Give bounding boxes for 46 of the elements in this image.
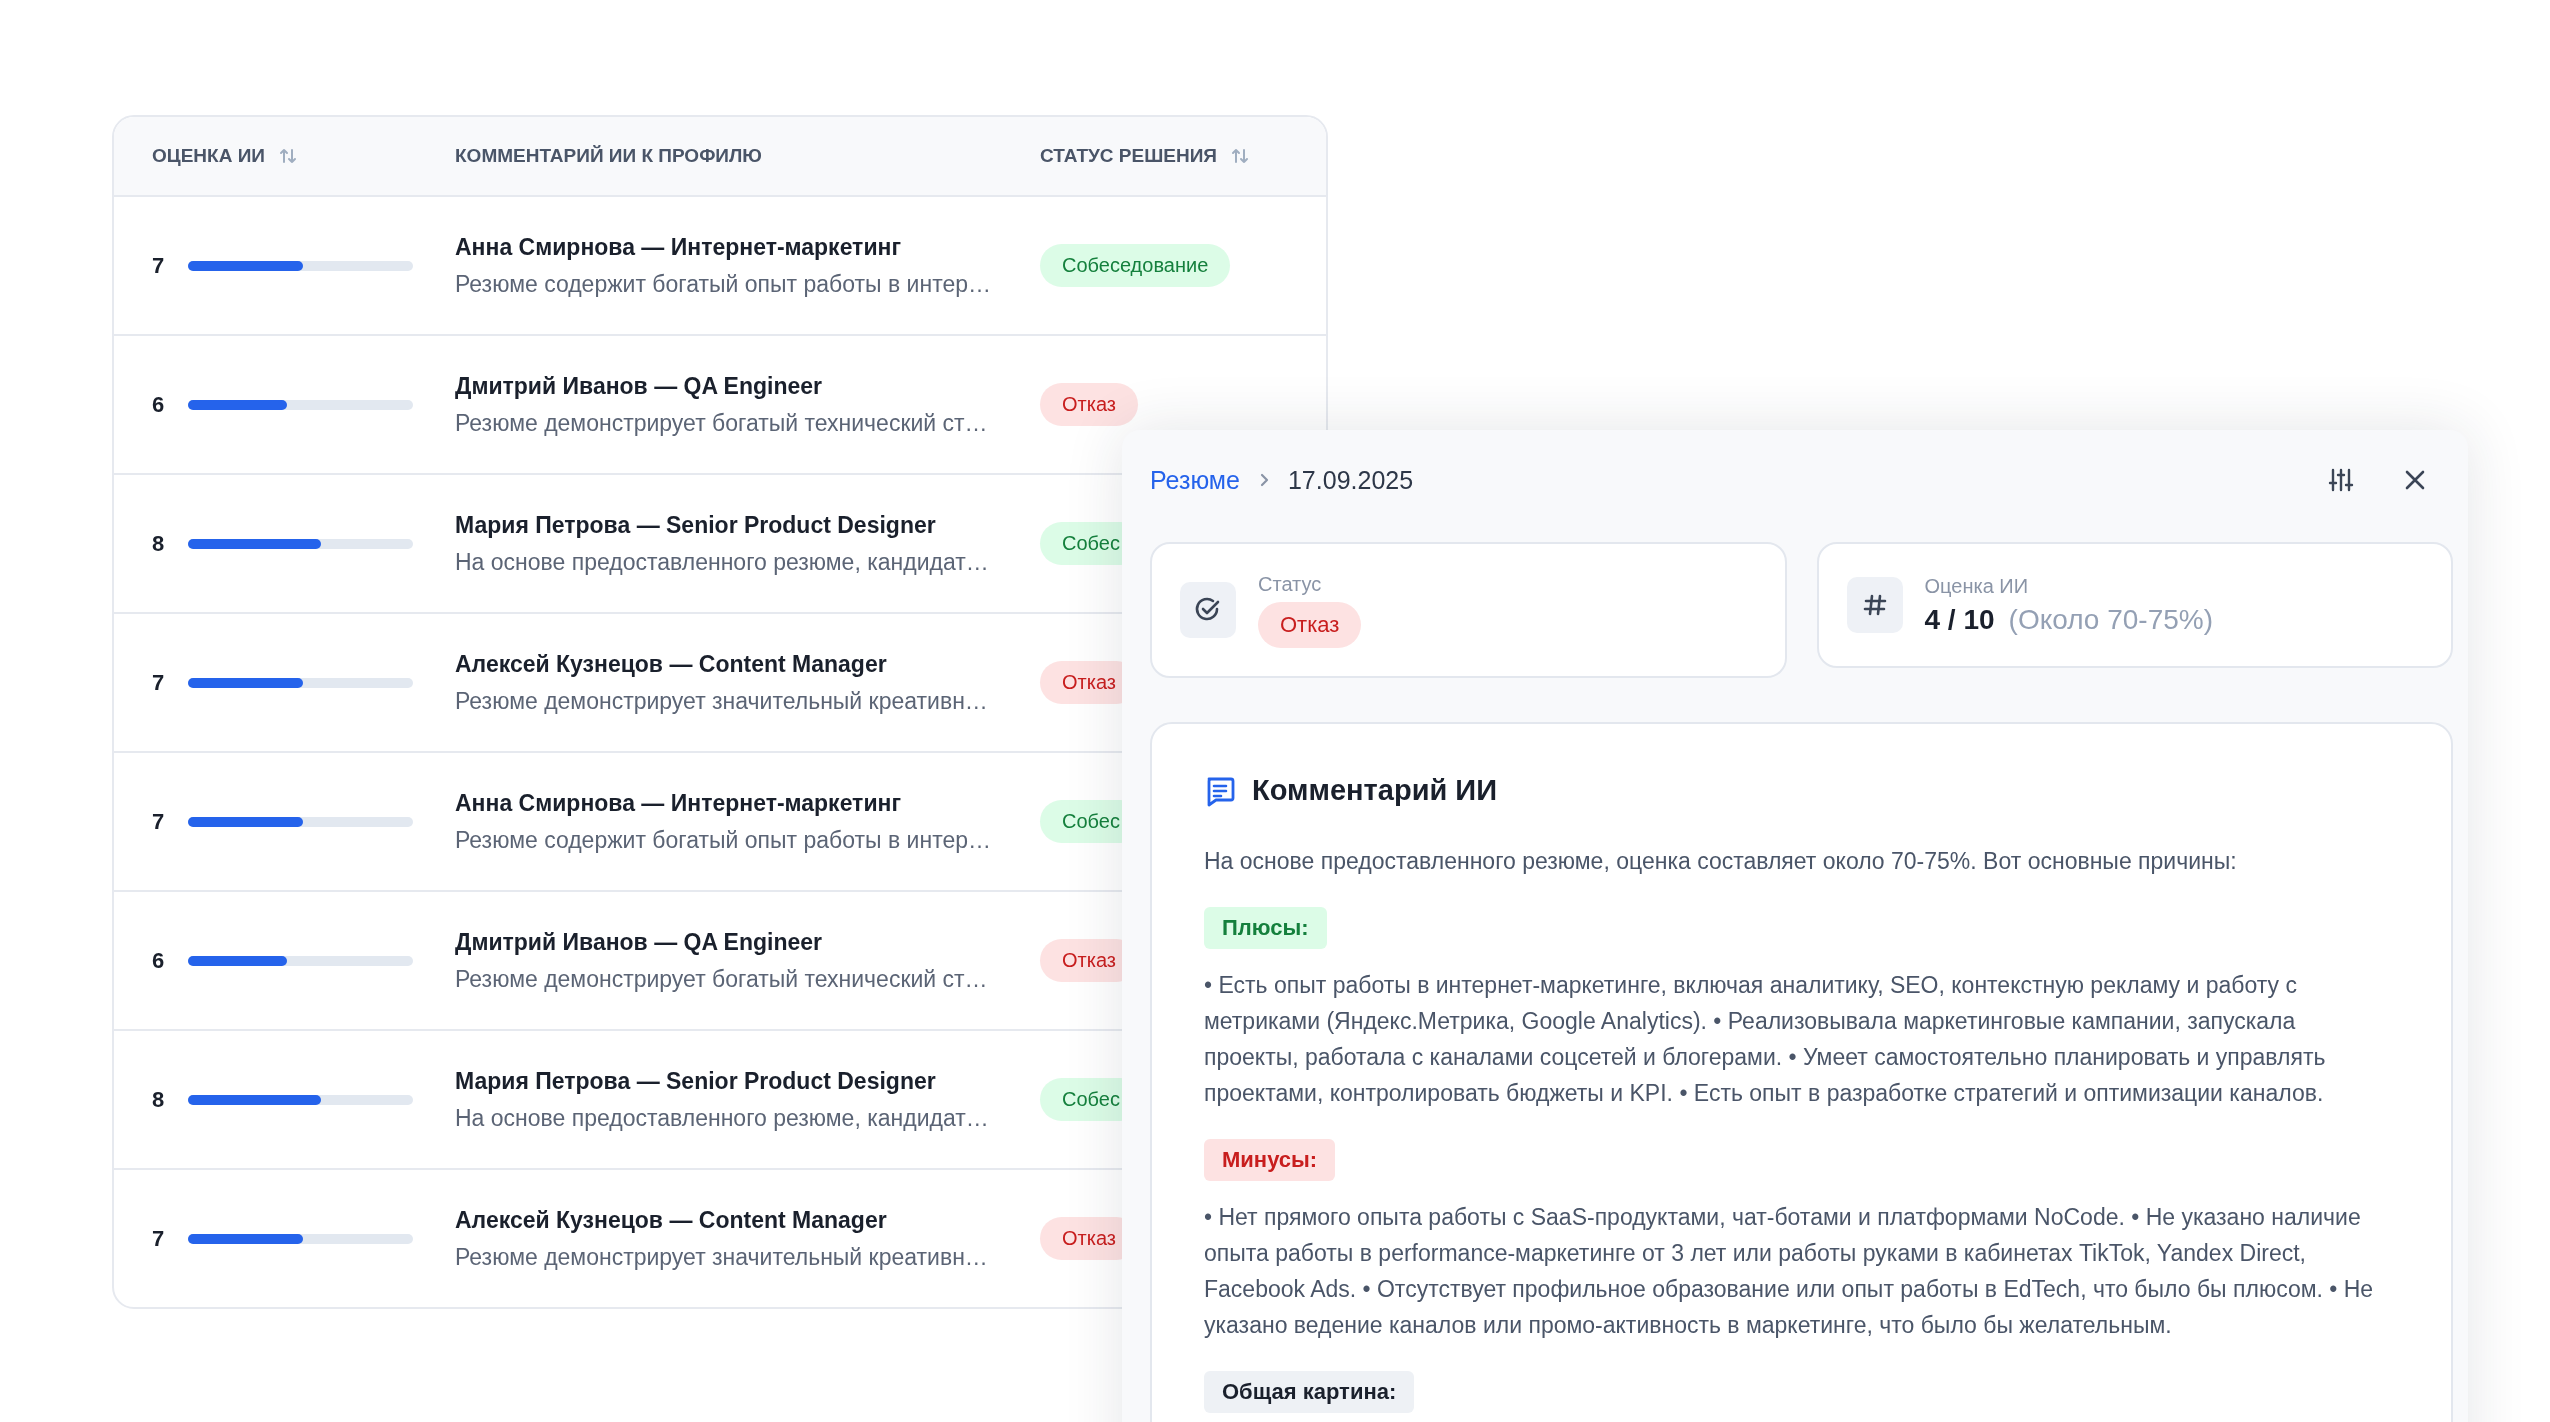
section-label: Общая картина: <box>1204 1371 1415 1413</box>
comment-preview: Резюме демонстрирует значительный креативн… <box>455 687 989 715</box>
status-badge: Собеседование <box>1040 244 1231 287</box>
candidate-name[interactable]: Алексей Кузнецов — Content Manager <box>455 1206 1040 1234</box>
score-value: 7 <box>152 669 166 696</box>
card-label: Статус <box>1258 572 1322 596</box>
status-badge: Отказ <box>1040 383 1138 426</box>
hash-icon <box>1846 577 1903 633</box>
settings-icon[interactable] <box>2328 467 2354 493</box>
score-value: 7 <box>152 1225 166 1252</box>
section-label: Плюсы: <box>1204 907 1327 949</box>
candidate-name[interactable]: Анна Смирнова — Интернет-маркетинг <box>455 233 1040 261</box>
section-text: • Есть опыт работы в интернет-маркетинге, включая аналитику, SEO, контекстную рекламу и работу с метриками (Яндекс.Метрика, Google Analytics). • Реализовывала маркетинговые кампании, запускала проекты, работала с каналами соцсетей и блогерами. • Умеет самостоятельно планировать и управлять проектами, контролировать бюджеты и KPI. • Есть опыт в разработке стратегий и оптимизации каналов. <box>1204 971 2327 1108</box>
breadcrumb-link[interactable]: Резюме <box>1150 465 1240 495</box>
score-note: (Около 70-75%) <box>2008 603 2214 636</box>
column-header[interactable]: КОММЕНТАРИЙ ИИ К ПРОФИЛЮ <box>455 145 762 167</box>
close-icon[interactable] <box>2404 469 2426 491</box>
candidate-name[interactable]: Мария Петрова — Senior Product Designer <box>455 1067 1040 1095</box>
candidate-name[interactable]: Анна Смирнова — Интернет-маркетинг <box>455 789 1040 817</box>
status-badge: Отказ <box>1258 601 1362 648</box>
score-value: 8 <box>152 1086 166 1113</box>
score-value: 6 <box>152 391 166 418</box>
candidate-name[interactable]: Алексей Кузнецов — Content Manager <box>455 650 1040 678</box>
score-value: 6 <box>152 947 166 974</box>
comment-preview: На основе предоставленного резюме, кандидат… <box>455 548 990 576</box>
comment-preview: Резюме содержит богатый опыт работы в интер… <box>455 270 992 298</box>
breadcrumb-current: 17.09.2025 <box>1287 465 1414 495</box>
score-value: 7 <box>152 808 166 835</box>
candidate-name[interactable]: Мария Петрова — Senior Product Designer <box>455 511 1040 539</box>
score-value: 4 / 10 <box>1924 603 1995 636</box>
candidate-name[interactable]: Дмитрий Иванов — QA Engineer <box>455 372 1040 400</box>
column-header[interactable]: ОЦЕНКА ИИ <box>152 145 265 167</box>
card-label: Оценка ИИ <box>1924 574 2029 598</box>
section-text: • Нет прямого опыта работы с SaaS-продуктами, чат-ботами и платформами NoCode. • Не указано наличие опыта работы в performance-маркетинге от 3 лет или работы руками в кабинетах TikTok, Yandex Direct, Facebook Ads. • Отсутствует профильное образование или опыт работы в EdTech, что было бы плюсом. • Не указано ведение каналов или промо-активность в маркетинге, что было бы желательным. <box>1204 1203 2375 1340</box>
score-value: 7 <box>152 252 166 279</box>
section-label: Минусы: <box>1204 1139 1336 1181</box>
comment-preview: Резюме демонстрирует богатый технический ст… <box>455 409 989 437</box>
comment-intro: На основе предоставленного резюме, оценка составляет около 70-75%. Вот основные причины: <box>1204 847 2238 876</box>
comment-preview: Резюме содержит богатый опыт работы в интер… <box>455 826 992 854</box>
candidate-name[interactable]: Дмитрий Иванов — QA Engineer <box>455 928 1040 956</box>
score-value: 8 <box>152 530 166 557</box>
comment-preview: Резюме демонстрирует значительный креативн… <box>455 1243 989 1271</box>
comment-preview: На основе предоставленного резюме, кандидат… <box>455 1104 990 1132</box>
column-header[interactable]: СТАТУС РЕШЕНИЯ <box>1040 145 1217 167</box>
comment-title: Комментарий ИИ <box>1252 774 1498 807</box>
comment-preview: Резюме демонстрирует богатый технический ст… <box>455 965 989 993</box>
